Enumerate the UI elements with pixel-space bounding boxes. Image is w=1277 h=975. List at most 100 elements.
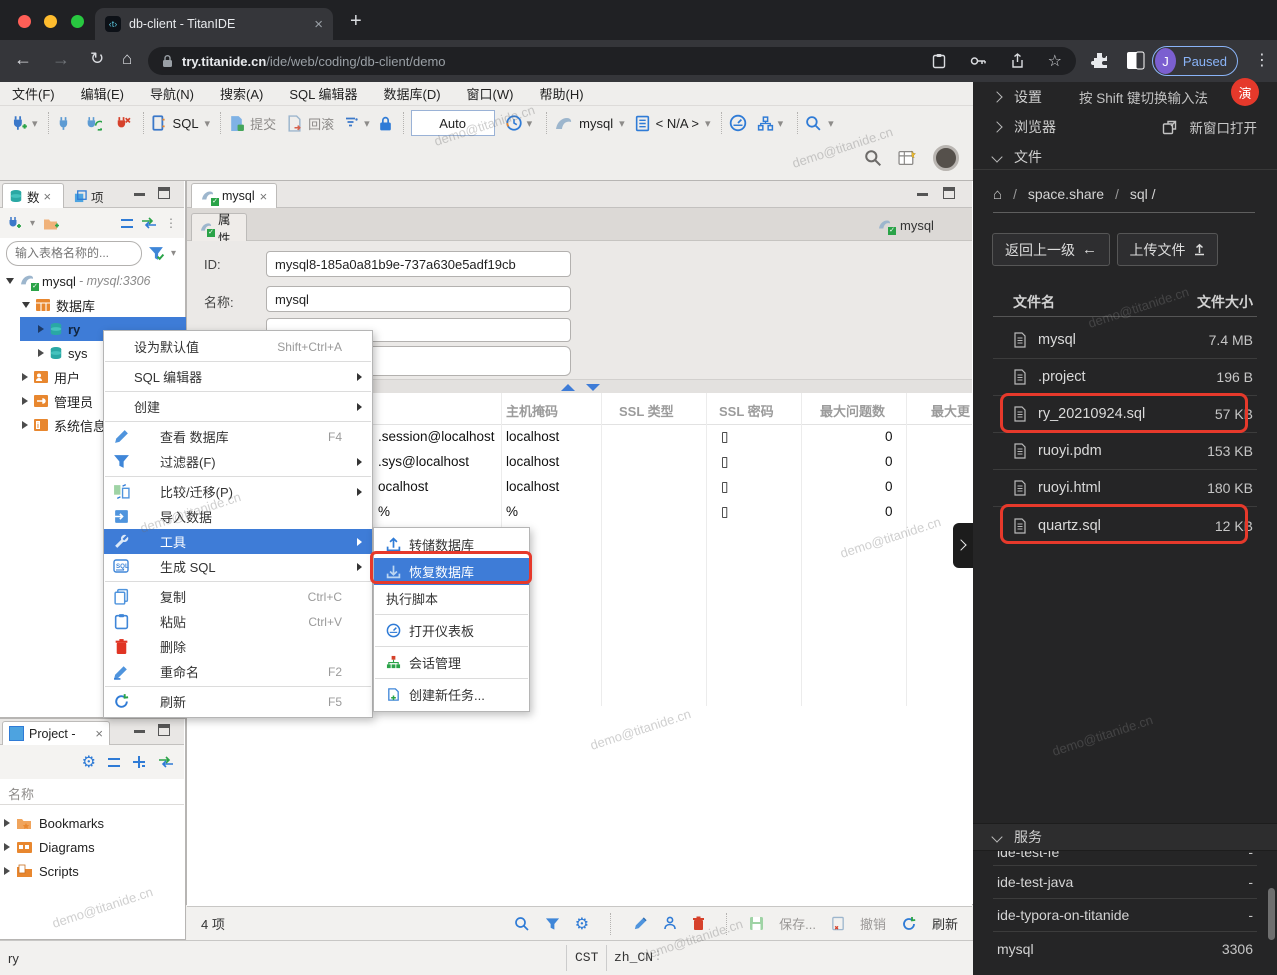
menu-sql-editor[interactable]: SQL 编辑器 xyxy=(289,84,357,103)
pending-caret-icon[interactable]: ▾ xyxy=(364,117,370,130)
expander-closed-icon[interactable] xyxy=(38,349,44,357)
browser-tab[interactable]: ‹t› db-client - TitanIDE × xyxy=(95,8,333,40)
project-settings-gear-icon[interactable]: ⚙ xyxy=(82,752,96,772)
share-icon[interactable] xyxy=(1011,53,1024,69)
minimize-panel-icon[interactable] xyxy=(134,193,145,196)
expander-closed-icon[interactable] xyxy=(22,397,28,405)
link-editor-icon[interactable] xyxy=(141,217,157,229)
tree-node-connection[interactable]: ✓ mysql - mysql:3306 xyxy=(2,269,182,293)
menu-item-rename[interactable]: 重命名 F2 xyxy=(104,659,372,684)
project-node-bookmarks[interactable]: Bookmarks xyxy=(4,811,182,835)
user-globe-avatar[interactable] xyxy=(933,145,959,171)
tab-project-close-icon[interactable]: × xyxy=(95,726,103,741)
menu-item-filter[interactable]: 过滤器(F) xyxy=(104,449,372,474)
menu-item-refresh[interactable]: 刷新 F5 xyxy=(104,689,372,714)
file-name-header[interactable]: 文件名 xyxy=(1013,292,1055,312)
minimize-editor-icon[interactable] xyxy=(917,193,928,196)
breadcrumb-space-share[interactable]: space.share xyxy=(1028,186,1104,202)
nav-conn-caret-icon[interactable]: ▾ xyxy=(30,218,35,229)
go-up-button[interactable]: 返回上一级 ← xyxy=(992,233,1110,266)
key-icon[interactable] xyxy=(970,55,987,67)
open-new-window-label[interactable]: 新窗口打开 xyxy=(1190,117,1258,137)
expander-open-icon[interactable] xyxy=(22,302,30,308)
project-collapse-icon[interactable] xyxy=(108,757,120,767)
maximize-panel-icon[interactable] xyxy=(158,187,170,199)
project-expand-icon[interactable] xyxy=(132,755,146,769)
browser-row[interactable]: 浏览器 新窗口打开 xyxy=(973,112,1277,142)
filter-check-icon[interactable] xyxy=(148,246,165,261)
menu-item-copy[interactable]: 复制 Ctrl+C xyxy=(104,584,372,609)
collapse-all-icon[interactable] xyxy=(121,218,133,228)
transaction-sql-label[interactable]: SQL xyxy=(173,116,199,131)
transaction-caret-icon[interactable]: ▾ xyxy=(205,117,211,130)
clipboard-icon[interactable] xyxy=(932,53,946,69)
browser-menu-icon[interactable]: ⋮ xyxy=(1254,50,1270,70)
files-section-label[interactable]: 文件 xyxy=(1014,147,1042,167)
url-bar[interactable]: try.titanide.cn /ide/web/coding/db-clien… xyxy=(148,47,1076,75)
tab-databases[interactable]: 数 × xyxy=(2,183,64,208)
tab-project[interactable]: Project - × xyxy=(2,721,110,745)
tab-databases-close-icon[interactable]: × xyxy=(44,189,52,204)
tree-node-databases[interactable]: 数据库 xyxy=(18,293,182,317)
expander-closed-icon[interactable] xyxy=(38,325,44,333)
file-row[interactable]: ruoyi.pdm 153 KB xyxy=(993,433,1257,470)
statusbar-timezone[interactable]: CST xyxy=(575,950,598,965)
menu-window[interactable]: 窗口(W) xyxy=(467,84,514,103)
menu-item-generate-sql[interactable]: SQL 生成 SQL xyxy=(104,554,372,579)
new-folder-icon[interactable] xyxy=(43,216,60,231)
service-row[interactable]: ide-test-java - xyxy=(993,866,1257,899)
reload-icon[interactable]: ↻ xyxy=(90,49,104,69)
refresh-label[interactable]: 刷新 xyxy=(932,914,958,933)
file-size-header[interactable]: 文件大小 xyxy=(1197,292,1253,312)
menu-navigate[interactable]: 导航(N) xyxy=(150,84,194,103)
submenu-item-open-dashboard[interactable]: 打开仪表板 xyxy=(374,617,529,644)
menu-file[interactable]: 文件(F) xyxy=(12,84,55,103)
settings-label[interactable]: 设置 xyxy=(1014,87,1042,107)
menu-database[interactable]: 数据库(D) xyxy=(384,84,441,103)
services-section-label[interactable]: 服务 xyxy=(1014,827,1042,847)
history-caret-icon[interactable]: ▾ xyxy=(527,117,533,130)
bookmark-star-icon[interactable]: ☆ xyxy=(1048,51,1062,71)
file-row[interactable]: ry_20210924.sql 57 KB xyxy=(993,396,1257,433)
expander-closed-icon[interactable] xyxy=(4,843,10,851)
auto-commit-select[interactable]: Auto xyxy=(410,110,495,136)
disconnect-icon[interactable] xyxy=(114,115,131,132)
grid-refresh-icon[interactable] xyxy=(901,916,917,932)
project-node-scripts[interactable]: Scripts xyxy=(4,859,182,883)
home-breadcrumb-icon[interactable]: ⌂ xyxy=(993,186,1002,203)
minimize-project-icon[interactable] xyxy=(134,730,145,733)
reconnect-icon[interactable] xyxy=(85,115,102,132)
editor-tab-mysql[interactable]: ✓ mysql × xyxy=(191,183,277,208)
tasks-icon[interactable] xyxy=(757,115,774,132)
menu-edit[interactable]: 编辑(E) xyxy=(81,84,124,103)
services-section-row[interactable]: 服务 xyxy=(973,823,1277,851)
forward-icon[interactable]: → xyxy=(52,49,70,70)
new-connection-caret-icon[interactable]: ▾ xyxy=(32,117,38,130)
file-row[interactable]: .project 196 B xyxy=(993,359,1257,396)
menu-item-create[interactable]: 创建 xyxy=(104,394,372,419)
tab-projects[interactable]: 项 xyxy=(68,185,120,208)
extensions-puzzle-icon[interactable] xyxy=(1090,51,1109,70)
breadcrumb-sql[interactable]: sql / xyxy=(1130,186,1156,202)
search-caret-icon[interactable]: ▾ xyxy=(828,117,834,130)
grid-settings-gear-icon[interactable]: ⚙ xyxy=(575,914,589,934)
zoom-window-button[interactable] xyxy=(70,15,84,28)
menu-search[interactable]: 搜索(A) xyxy=(220,84,263,103)
col-max-updates[interactable]: 最大更 xyxy=(931,401,970,420)
schema-caret-icon[interactable]: ▾ xyxy=(705,117,711,130)
project-link-icon[interactable] xyxy=(158,756,174,768)
new-tab-button[interactable]: + xyxy=(350,10,362,33)
tab-properties[interactable]: ✓ 属性 xyxy=(191,213,247,246)
files-section-row[interactable]: 文件 xyxy=(973,144,1277,170)
service-row[interactable]: mysql 3306 xyxy=(993,932,1257,965)
lock-toolbar-icon[interactable] xyxy=(378,115,393,132)
nav-new-connection-icon[interactable] xyxy=(6,215,22,231)
table-filter-input[interactable] xyxy=(6,240,142,266)
side-panel-icon[interactable] xyxy=(1126,51,1145,70)
menu-item-compare-migrate[interactable]: 比较/迁移(P) xyxy=(104,479,372,504)
connect-icon[interactable] xyxy=(56,115,73,132)
upload-file-button[interactable]: 上传文件 xyxy=(1117,233,1218,266)
col-ssl-type[interactable]: SSL 类型 xyxy=(619,401,674,420)
submenu-item-dump-database[interactable]: 转储数据库 xyxy=(374,531,529,558)
statusbar-locale[interactable]: zh_CN xyxy=(614,950,653,965)
